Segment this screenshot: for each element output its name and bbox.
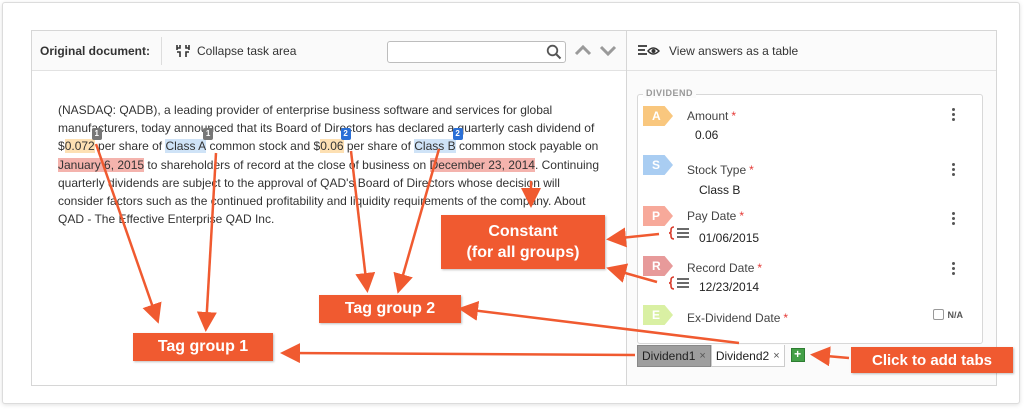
answers-pane: View answers as a table DIVIDEND A Amoun… <box>626 31 996 385</box>
field-record-date-menu-icon[interactable] <box>952 262 956 277</box>
field-tag-s: S <box>643 155 673 175</box>
field-pay-date-name: Pay Date <box>687 209 737 223</box>
document-pane: Original document: Collapse task area (N… <box>32 31 626 385</box>
tag-pay-date[interactable]: January 6, 2015 <box>58 157 145 172</box>
na-label: N/A <box>947 309 964 320</box>
tag-class-a-group1[interactable]: Class A1 <box>165 128 214 154</box>
document-toolbar: Original document: Collapse task area <box>32 31 626 71</box>
required-mark: * <box>739 209 745 223</box>
search-icon[interactable] <box>546 44 562 60</box>
field-amount[interactable]: A Amount * 0.06 <box>643 106 963 146</box>
constant-brace-list-icon <box>669 226 691 240</box>
field-pay-date[interactable]: P Pay Date * 01/06/2015 <box>643 206 963 246</box>
tag-amount-group2[interactable]: 0.06 2 <box>320 128 351 154</box>
tag-record-date[interactable]: December 23, 2014 <box>429 157 535 172</box>
required-mark: * <box>757 261 763 275</box>
tag-amount-group1[interactable]: 0.072 1 <box>64 128 102 154</box>
tag-group-1-callout: Tag group 1 <box>133 333 273 361</box>
field-tag-r: R <box>643 256 673 276</box>
tag-group-2-callout: Tag group 2 <box>319 295 461 323</box>
field-stock-type[interactable]: S Stock Type * Class B <box>643 155 963 197</box>
next-match-chevron-down-icon[interactable] <box>598 43 618 57</box>
constant-callout: Constant (for all groups) <box>441 215 605 269</box>
doc-text-segment: per share of <box>343 139 415 154</box>
field-amount-menu-icon[interactable] <box>952 108 956 123</box>
previous-match-chevron-up-icon[interactable] <box>573 43 593 57</box>
field-record-date-value: 12/23/2014 <box>699 280 760 294</box>
doc-text-segment: to shareholders of record at the close o… <box>144 157 430 172</box>
field-amount-name: Amount <box>687 109 729 123</box>
field-stock-type-menu-icon[interactable] <box>952 163 956 178</box>
close-icon[interactable]: × <box>773 350 779 362</box>
table-view-eye-icon <box>638 44 660 55</box>
tag-class-b-group2[interactable]: Class B2 <box>414 128 463 154</box>
document-text: (NASDAQ: QADB), a leading provider of en… <box>58 101 603 228</box>
field-tag-p: P <box>643 206 673 226</box>
collapse-task-area-label: Collapse task area <box>197 44 297 58</box>
tab-dividend2[interactable]: Dividend2 × <box>710 345 785 367</box>
field-record-date-label: Record Date * <box>687 261 762 275</box>
dividend-section-title: DIVIDEND <box>643 88 697 98</box>
field-stock-type-value: Class B <box>699 183 741 197</box>
screenshot-frame: Original document: Collapse task area (N… <box>2 2 1020 404</box>
na-checkbox-box[interactable] <box>932 309 944 320</box>
field-record-date-name: Record Date <box>687 261 755 275</box>
group2-badge: 2 <box>452 128 463 141</box>
constant-brace-list-icon <box>669 276 691 290</box>
collapse-icon <box>176 45 190 57</box>
field-stock-type-label: Stock Type * <box>687 163 754 177</box>
tab-dividend2-label: Dividend2 <box>715 348 770 363</box>
group-tabs: Dividend1 × Dividend2 × + <box>637 345 805 367</box>
field-amount-value: 0.06 <box>695 128 719 142</box>
tab-dividend1[interactable]: Dividend1 × <box>637 345 711 367</box>
field-record-date[interactable]: R Record Date * 12/23/2014 <box>643 256 963 296</box>
required-mark: * <box>749 163 754 177</box>
tab-dividend1-label: Dividend1 <box>642 349 696 363</box>
field-pay-date-label: Pay Date * <box>687 209 744 223</box>
view-as-table-label: View answers as a table <box>669 43 799 58</box>
search-input[interactable] <box>387 41 566 63</box>
tag-amount-group2-text: 0.06 <box>320 139 344 154</box>
group2-badge: 2 <box>340 128 351 141</box>
field-tag-e: E <box>643 305 673 325</box>
field-tag-a: A <box>643 106 673 126</box>
field-ex-dividend-date[interactable]: E Ex-Dividend Date * N/A <box>643 305 963 345</box>
required-mark: * <box>731 109 737 123</box>
toolbar-divider <box>161 37 162 65</box>
tag-class-a-text: Class A <box>165 139 207 154</box>
tag-class-b-text: Class B <box>414 139 456 154</box>
field-ex-dividend-date-label: Ex-Dividend Date * <box>687 311 788 325</box>
doc-text-segment: common stock payable on <box>455 139 599 154</box>
doc-text-segment: common stock and $ <box>206 139 321 154</box>
close-icon[interactable]: × <box>699 350 705 362</box>
field-amount-label: Amount * <box>687 109 736 123</box>
tag-amount-group1-text: 0.072 <box>64 139 95 154</box>
field-pay-date-menu-icon[interactable] <box>952 212 956 227</box>
collapse-task-area-button[interactable]: Collapse task area <box>175 41 296 61</box>
field-stock-type-name: Stock Type <box>687 163 747 177</box>
required-mark: * <box>783 311 789 325</box>
doc-text-segment: per share of <box>94 139 166 154</box>
view-as-table-button[interactable]: View answers as a table <box>627 31 996 71</box>
original-document-label: Original document: <box>40 44 151 58</box>
group1-badge: 1 <box>203 128 214 141</box>
group1-badge: 1 <box>91 128 102 141</box>
add-tab-plus-icon[interactable]: + <box>790 348 805 362</box>
field-ex-dividend-date-name: Ex-Dividend Date <box>687 311 781 325</box>
add-tabs-callout: Click to add tabs <box>851 347 1013 373</box>
na-checkbox[interactable]: N/A <box>932 309 964 320</box>
field-pay-date-value: 01/06/2015 <box>699 231 760 245</box>
constant-callout-line2: (for all groups) <box>466 244 580 261</box>
constant-callout-line1: Constant <box>488 223 558 240</box>
